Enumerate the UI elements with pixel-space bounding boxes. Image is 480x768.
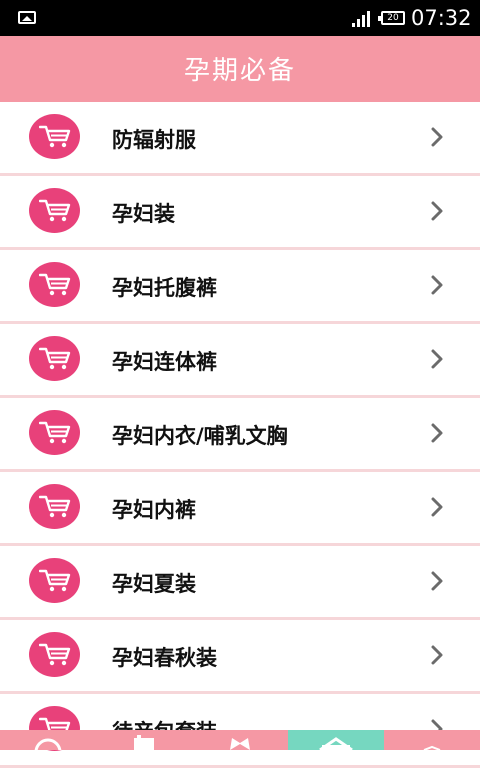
clock-icon — [34, 738, 62, 750]
list-item-label: 孕妇夏装 — [112, 572, 196, 596]
app-header: 孕期必备 — [0, 36, 480, 138]
shopping-cart-icon — [29, 484, 80, 529]
image-notification-icon — [18, 11, 36, 24]
shopping-cart-icon — [29, 262, 80, 307]
shopping-cart-icon — [29, 188, 80, 233]
chevron-right-icon — [431, 127, 443, 147]
shopping-cart-icon — [29, 632, 80, 677]
status-time: 07:32 — [411, 6, 472, 30]
shopping-cart-icon — [29, 558, 80, 603]
list-item[interactable]: 孕妇托腹裤 — [0, 250, 480, 324]
list-item-label: 孕妇装 — [112, 202, 175, 226]
list-item[interactable]: 孕妇连体裤 — [0, 324, 480, 398]
tab-3[interactable] — [192, 730, 288, 750]
category-list: 防辐射服孕妇装孕妇托腹裤孕妇连体裤孕妇内衣/哺乳文胸孕妇内裤孕妇夏装孕妇春秋装待… — [0, 102, 480, 768]
list-item[interactable]: 孕妇内衣/哺乳文胸 — [0, 398, 480, 472]
basket-icon — [319, 737, 353, 750]
more-icon — [423, 745, 441, 750]
list-item[interactable]: 孕妇内裤 — [0, 472, 480, 546]
shopping-cart-icon — [29, 410, 80, 455]
list-item[interactable]: 孕妇春秋装 — [0, 620, 480, 694]
status-bar: 20 07:32 — [0, 0, 480, 36]
list-item[interactable]: 孕妇夏装 — [0, 546, 480, 620]
chevron-right-icon — [431, 571, 443, 591]
chevron-right-icon — [431, 423, 443, 443]
list-item-label: 孕妇春秋装 — [112, 646, 217, 670]
tab-5[interactable] — [384, 730, 480, 750]
list-item-label: 孕妇内衣/哺乳文胸 — [112, 424, 288, 448]
page-title: 孕期必备 — [183, 56, 296, 86]
bottom-tab-bar — [0, 730, 480, 750]
bow-icon — [230, 738, 250, 750]
shopping-cart-icon — [29, 336, 80, 381]
shopping-cart-icon — [29, 114, 80, 159]
battery-icon: 20 — [378, 11, 405, 25]
tab-4[interactable] — [288, 730, 384, 750]
list-item[interactable]: 防辐射服 — [0, 102, 480, 176]
chevron-right-icon — [431, 497, 443, 517]
list-item-label: 孕妇连体裤 — [112, 350, 217, 374]
list-item-label: 防辐射服 — [112, 128, 196, 152]
chevron-right-icon — [431, 275, 443, 295]
chevron-right-icon — [431, 645, 443, 665]
list-item-label: 孕妇内裤 — [112, 498, 196, 522]
tab-1[interactable] — [0, 730, 96, 750]
tab-2[interactable] — [96, 730, 192, 750]
list-item-label: 孕妇托腹裤 — [112, 276, 217, 300]
signal-icon — [352, 11, 372, 27]
book-icon — [134, 735, 154, 750]
chevron-right-icon — [431, 349, 443, 369]
chevron-right-icon — [431, 201, 443, 221]
list-item[interactable]: 孕妇装 — [0, 176, 480, 250]
